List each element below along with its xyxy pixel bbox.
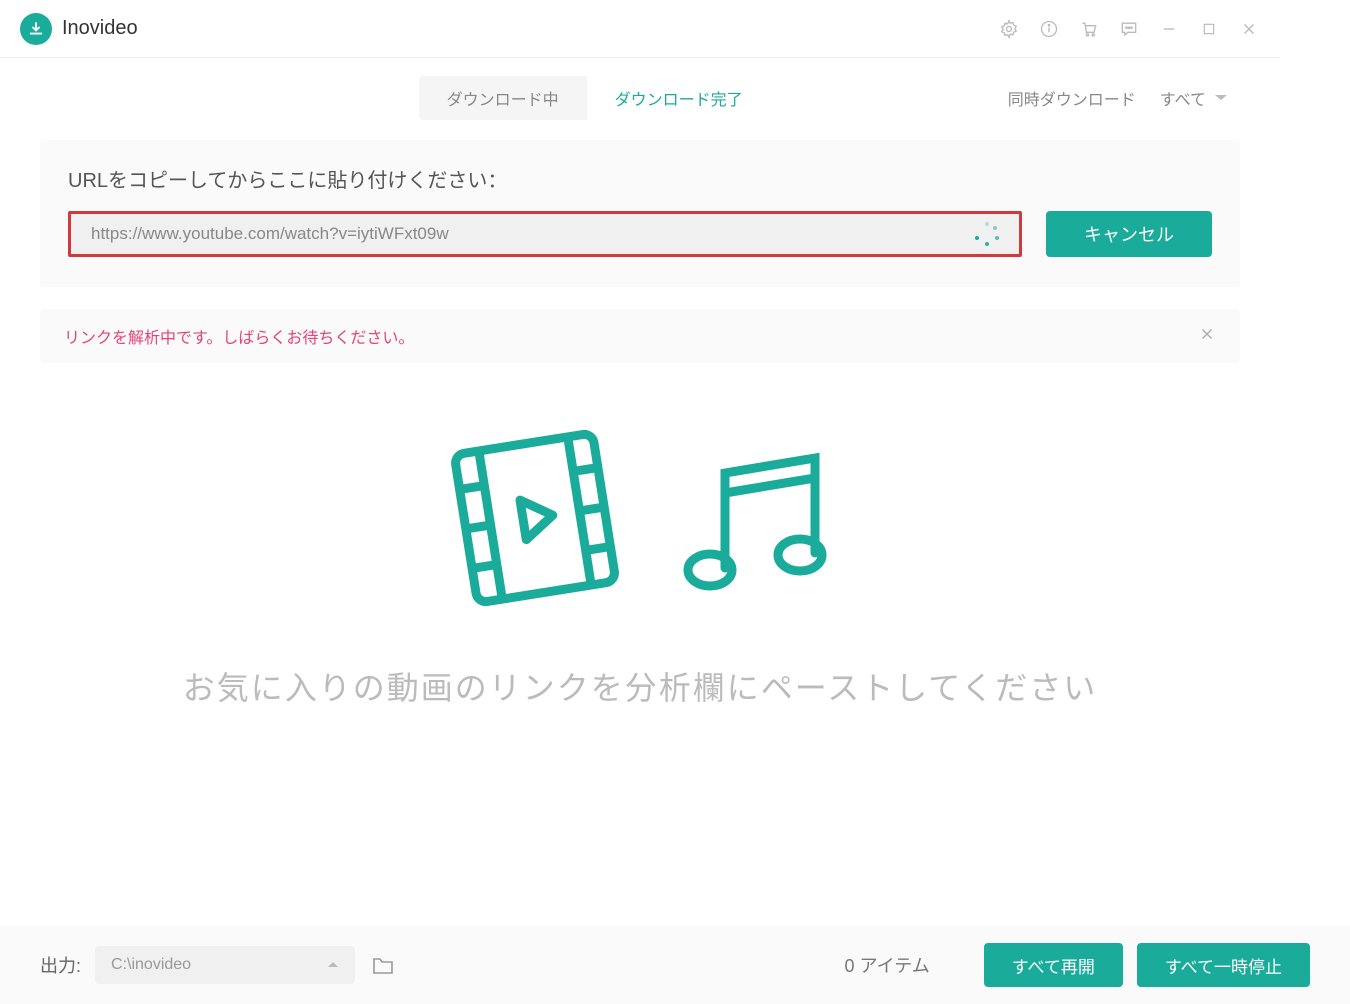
empty-icons [435,423,845,613]
maximize-icon[interactable] [1198,18,1220,40]
open-folder-button[interactable] [369,951,397,979]
cancel-button[interactable]: キャンセル [1046,211,1212,257]
gear-icon[interactable] [998,18,1020,40]
chevron-up-icon [327,956,339,974]
close-icon[interactable] [1238,18,1260,40]
titlebar: Inovideo [0,0,1280,58]
empty-state: お気に入りの動画のリンクを分析欄にペーストしてください [0,423,1280,709]
url-input-wrap [68,211,1022,257]
cart-icon[interactable] [1078,18,1100,40]
tabs: ダウンロード中 ダウンロード完了 [419,76,771,120]
output-path-value: C:\inovideo [111,956,191,974]
url-label: URLをコピーしてからここに貼り付けください： [68,164,1212,193]
minimize-icon[interactable] [1158,18,1180,40]
tab-downloading[interactable]: ダウンロード中 [419,76,587,120]
concurrent-value: すべて [1160,86,1206,110]
resume-all-button[interactable]: すべて再開 [984,943,1123,987]
url-row: キャンセル [68,211,1212,257]
url-section: URLをコピーしてからここに貼り付けください： キャンセル [40,140,1240,287]
top-row: ダウンロード中 ダウンロード完了 同時ダウンロード すべて [0,58,1280,120]
empty-message: お気に入りの動画のリンクを分析欄にペーストしてください [183,663,1097,709]
app-title: Inovideo [62,17,138,40]
item-count: 0 アイテム [845,952,930,978]
footer-bar: 出力: C:\inovideo 0 アイテム すべて再開 すべて一時停止 [0,926,1350,1004]
info-icon[interactable] [1038,18,1060,40]
logo-wrap: Inovideo [20,13,138,45]
chevron-down-icon [1214,93,1228,103]
music-note-icon [665,428,845,608]
video-clip-icon [435,423,635,613]
concurrent-download: 同時ダウンロード すべて [1008,80,1240,116]
status-bar: リンクを解析中です。しばらくお待ちください。 [40,309,1240,363]
titlebar-controls [998,18,1260,40]
app-logo-icon [20,13,52,45]
status-close-icon[interactable] [1198,325,1216,348]
concurrent-label: 同時ダウンロード [1008,86,1136,110]
status-message: リンクを解析中です。しばらくお待ちください。 [64,324,414,348]
folder-icon [371,954,395,976]
output-path-select[interactable]: C:\inovideo [95,946,355,984]
pause-all-button[interactable]: すべて一時停止 [1137,943,1310,987]
tab-completed[interactable]: ダウンロード完了 [587,76,771,120]
loading-spinner-icon [975,222,999,246]
concurrent-select[interactable]: すべて [1148,80,1240,116]
output-label: 出力: [40,952,81,978]
chat-icon[interactable] [1118,18,1140,40]
url-input[interactable] [91,224,975,244]
